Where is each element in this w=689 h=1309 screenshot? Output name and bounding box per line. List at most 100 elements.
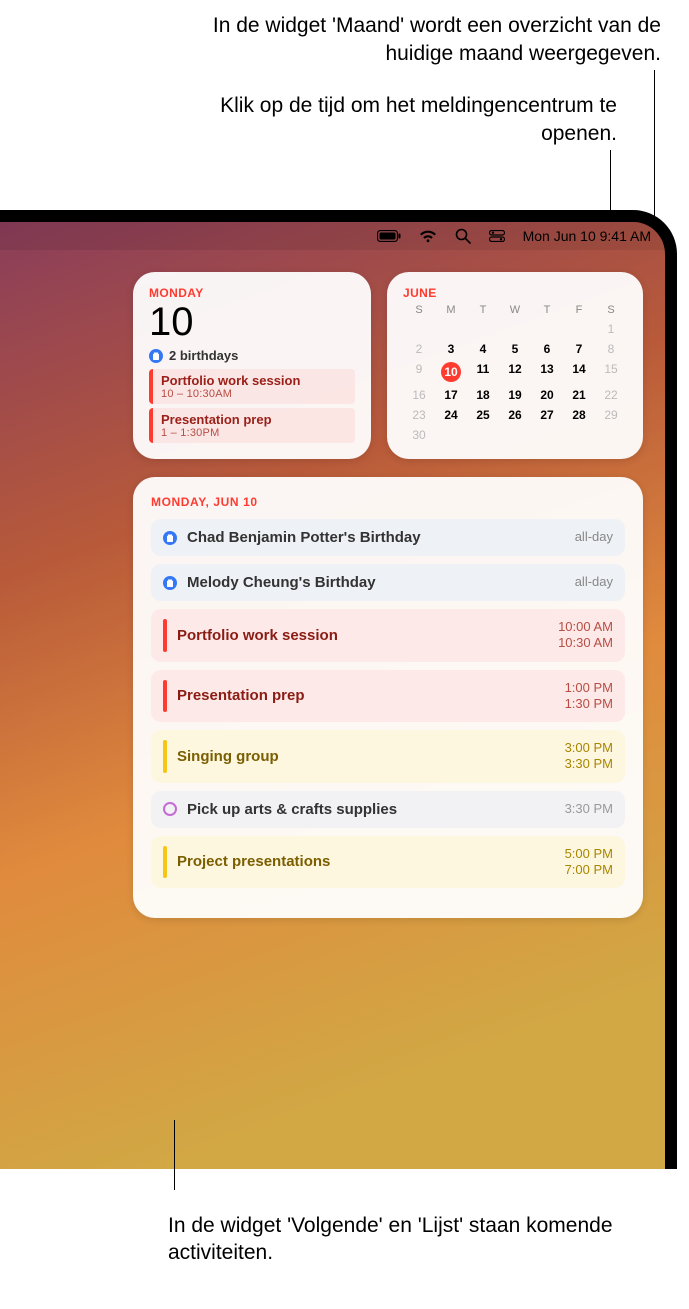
event-color-bar: [163, 680, 167, 713]
notification-center: MONDAY 10 2 birthdays Portfolio work ses…: [133, 272, 643, 918]
gift-icon: [163, 576, 177, 590]
list-event-title: Portfolio work session: [177, 627, 558, 644]
month-day[interactable]: 21: [563, 388, 595, 402]
today-event-time: 10 – 10:30AM: [161, 388, 347, 400]
month-dow: W: [499, 304, 531, 316]
event-color-bar: [163, 619, 167, 652]
month-day[interactable]: 22: [595, 388, 627, 402]
today-event-title: Portfolio work session: [161, 373, 347, 388]
gift-icon: [149, 349, 163, 363]
month-day[interactable]: 5: [499, 342, 531, 356]
widget-today[interactable]: MONDAY 10 2 birthdays Portfolio work ses…: [133, 272, 371, 459]
wifi-icon[interactable]: [419, 230, 437, 243]
list-event-title: Pick up arts & crafts supplies: [187, 801, 565, 818]
month-day[interactable]: 11: [467, 362, 499, 382]
month-day[interactable]: 19: [499, 388, 531, 402]
month-day: [595, 428, 627, 442]
month-day[interactable]: 24: [435, 408, 467, 422]
list-event[interactable]: Project presentations5:00 PM7:00 PM: [151, 836, 625, 889]
widget-month[interactable]: JUNE SMTWTFS 123456789101112131415161718…: [387, 272, 643, 459]
callout-month: In de widget 'Maand' wordt een overzicht…: [141, 12, 661, 67]
month-day: [563, 428, 595, 442]
list-event-time: 3:00 PM3:30 PM: [565, 740, 613, 773]
today-weekday: MONDAY: [149, 286, 355, 300]
month-day[interactable]: 16: [403, 388, 435, 402]
month-dow: S: [595, 304, 627, 316]
callout-list: In de widget 'Volgende' en 'Lijst' staan…: [168, 1212, 689, 1267]
month-day: [435, 428, 467, 442]
month-day[interactable]: 17: [435, 388, 467, 402]
month-day: [403, 322, 435, 336]
month-day[interactable]: 2: [403, 342, 435, 356]
callout-clock-line: [610, 150, 611, 214]
month-day: [467, 322, 499, 336]
today-daynum: 10: [149, 302, 355, 342]
month-day: [467, 428, 499, 442]
list-heading: MONDAY, JUN 10: [151, 495, 625, 509]
month-day[interactable]: 4: [467, 342, 499, 356]
callout-list-line: [174, 1120, 175, 1190]
month-day[interactable]: 30: [403, 428, 435, 442]
month-day[interactable]: 7: [563, 342, 595, 356]
list-event-time: all-day: [575, 529, 613, 545]
month-day[interactable]: 28: [563, 408, 595, 422]
today-event[interactable]: Presentation prep1 – 1:30PM: [149, 408, 355, 443]
control-center-icon[interactable]: [489, 230, 505, 242]
list-event-title: Project presentations: [177, 853, 565, 870]
list-event[interactable]: Singing group3:00 PM3:30 PM: [151, 730, 625, 783]
month-day[interactable]: 9: [403, 362, 435, 382]
list-event-title: Singing group: [177, 748, 565, 765]
list-event-time: all-day: [575, 574, 613, 590]
month-day[interactable]: 10: [435, 362, 467, 382]
device-frame: Mon Jun 10 9:41 AM MONDAY 10 2 birthdays…: [0, 210, 677, 1169]
month-day: [563, 322, 595, 336]
month-day[interactable]: 12: [499, 362, 531, 382]
month-day[interactable]: 14: [563, 362, 595, 382]
month-day: [531, 428, 563, 442]
month-day[interactable]: 29: [595, 408, 627, 422]
month-dow: S: [403, 304, 435, 316]
list-event-title: Melody Cheung's Birthday: [187, 574, 575, 591]
list-event[interactable]: Presentation prep1:00 PM1:30 PM: [151, 670, 625, 723]
event-color-bar: [163, 740, 167, 773]
widget-list[interactable]: MONDAY, JUN 10 Chad Benjamin Potter's Bi…: [133, 477, 643, 918]
list-event[interactable]: Pick up arts & crafts supplies3:30 PM: [151, 791, 625, 828]
reminder-icon: [163, 802, 177, 816]
month-day[interactable]: 8: [595, 342, 627, 356]
month-dow: T: [467, 304, 499, 316]
menubar: Mon Jun 10 9:41 AM: [0, 222, 665, 250]
search-icon[interactable]: [455, 228, 471, 244]
event-color-bar: [163, 846, 167, 879]
list-event[interactable]: Chad Benjamin Potter's Birthdayall-day: [151, 519, 625, 556]
list-event-title: Chad Benjamin Potter's Birthday: [187, 529, 575, 546]
month-day[interactable]: 18: [467, 388, 499, 402]
month-day[interactable]: 3: [435, 342, 467, 356]
month-day[interactable]: 1: [595, 322, 627, 336]
month-title: JUNE: [403, 286, 627, 300]
list-event-time: 5:00 PM7:00 PM: [565, 846, 613, 879]
today-birthdays: 2 birthdays: [149, 348, 355, 363]
menubar-datetime[interactable]: Mon Jun 10 9:41 AM: [523, 228, 651, 244]
list-event-time: 3:30 PM: [565, 801, 613, 817]
month-day[interactable]: 13: [531, 362, 563, 382]
month-day[interactable]: 25: [467, 408, 499, 422]
list-event-time: 1:00 PM1:30 PM: [565, 680, 613, 713]
month-day: [499, 428, 531, 442]
list-event[interactable]: Portfolio work session10:00 AM10:30 AM: [151, 609, 625, 662]
list-event-title: Presentation prep: [177, 687, 565, 704]
today-event[interactable]: Portfolio work session10 – 10:30AM: [149, 369, 355, 404]
month-day[interactable]: 27: [531, 408, 563, 422]
list-event[interactable]: Melody Cheung's Birthdayall-day: [151, 564, 625, 601]
month-day[interactable]: 26: [499, 408, 531, 422]
battery-icon[interactable]: [377, 230, 401, 242]
month-dow: M: [435, 304, 467, 316]
month-dow: F: [563, 304, 595, 316]
month-day[interactable]: 15: [595, 362, 627, 382]
month-day[interactable]: 6: [531, 342, 563, 356]
month-dow: T: [531, 304, 563, 316]
list-event-time: 10:00 AM10:30 AM: [558, 619, 613, 652]
month-day: [499, 322, 531, 336]
month-day[interactable]: 20: [531, 388, 563, 402]
month-day[interactable]: 23: [403, 408, 435, 422]
today-event-time: 1 – 1:30PM: [161, 427, 347, 439]
